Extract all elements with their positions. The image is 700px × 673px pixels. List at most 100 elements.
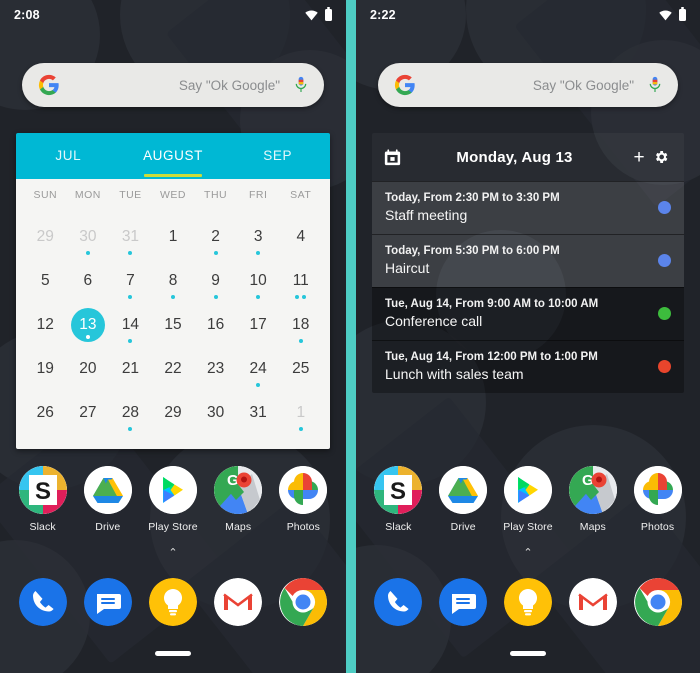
app-photos[interactable]: Photos bbox=[629, 466, 687, 533]
gmail-icon[interactable] bbox=[568, 578, 617, 626]
calendar-month-tabs[interactable]: JUL AUGUST SEP bbox=[16, 133, 330, 179]
calendar-day-cell[interactable]: 9 bbox=[194, 259, 237, 303]
google-search-bar[interactable]: Say "Ok Google" bbox=[378, 63, 678, 107]
calendar-day-number[interactable]: 14 bbox=[115, 310, 145, 340]
home-gesture-bar[interactable] bbox=[510, 651, 546, 656]
calendar-day-cell[interactable]: 7 bbox=[109, 259, 152, 303]
calendar-day-number[interactable]: 6 bbox=[73, 266, 103, 296]
calendar-day-number[interactable]: 26 bbox=[30, 398, 60, 428]
calendar-day-cell[interactable]: 31 bbox=[237, 391, 280, 435]
chrome-icon[interactable] bbox=[633, 578, 682, 626]
calendar-day-cell[interactable]: 30 bbox=[67, 215, 110, 259]
slack-icon[interactable]: S bbox=[374, 466, 423, 514]
calendar-day-number[interactable]: 7 bbox=[115, 266, 145, 296]
calendar-day-cell[interactable]: 11 bbox=[279, 259, 322, 303]
chrome-icon[interactable] bbox=[279, 578, 328, 626]
calendar-day-number[interactable]: 28 bbox=[115, 398, 145, 428]
calendar-day-cell[interactable]: 2 bbox=[194, 215, 237, 259]
calendar-day-number[interactable]: 1 bbox=[158, 222, 188, 252]
calendar-icon[interactable] bbox=[384, 148, 401, 166]
google-play-icon[interactable] bbox=[503, 466, 552, 514]
calendar-day-number[interactable]: 10 bbox=[243, 266, 273, 296]
calendar-day-cell[interactable]: 13 bbox=[67, 303, 110, 347]
microphone-icon[interactable] bbox=[294, 75, 308, 95]
app-photos[interactable]: Photos bbox=[274, 466, 332, 533]
calendar-day-number[interactable]: 19 bbox=[30, 354, 60, 384]
calendar-day-cell[interactable]: 1 bbox=[279, 391, 322, 435]
calendar-day-number[interactable]: 23 bbox=[201, 354, 231, 384]
calendar-day-number[interactable]: 11 bbox=[286, 266, 316, 296]
calendar-day-cell[interactable]: 12 bbox=[24, 303, 67, 347]
keep-lightbulb-icon[interactable] bbox=[503, 578, 552, 626]
app-play-store[interactable]: Play Store bbox=[499, 466, 557, 533]
calendar-day-number[interactable]: 22 bbox=[158, 354, 188, 384]
app-play-store[interactable]: Play Store bbox=[144, 466, 202, 533]
month-tab-current[interactable]: AUGUST bbox=[121, 148, 226, 177]
calendar-day-number[interactable]: 20 bbox=[73, 354, 103, 384]
agenda-settings-button[interactable] bbox=[650, 149, 672, 165]
calendar-day-cell[interactable]: 28 bbox=[109, 391, 152, 435]
app-drawer-arrow-icon[interactable]: ⌃ bbox=[356, 548, 700, 559]
calendar-day-cell[interactable]: 15 bbox=[152, 303, 195, 347]
calendar-day-cell[interactable]: 6 bbox=[67, 259, 110, 303]
calendar-day-cell[interactable]: 27 bbox=[67, 391, 110, 435]
calendar-day-cell[interactable]: 20 bbox=[67, 347, 110, 391]
calendar-day-cell[interactable]: 17 bbox=[237, 303, 280, 347]
calendar-day-cell[interactable]: 4 bbox=[279, 215, 322, 259]
messages-icon[interactable] bbox=[439, 578, 488, 626]
app-maps[interactable]: G Maps bbox=[209, 466, 267, 533]
calendar-day-cell[interactable]: 29 bbox=[24, 215, 67, 259]
calendar-day-number[interactable]: 18 bbox=[286, 310, 316, 340]
calendar-day-cell[interactable]: 29 bbox=[152, 391, 195, 435]
calendar-day-number[interactable]: 4 bbox=[286, 222, 316, 252]
calendar-day-cell[interactable]: 21 bbox=[109, 347, 152, 391]
calendar-day-cell[interactable]: 19 bbox=[24, 347, 67, 391]
app-drive[interactable]: Drive bbox=[79, 466, 137, 533]
google-photos-icon[interactable] bbox=[633, 466, 682, 514]
slack-icon[interactable]: S bbox=[18, 466, 67, 514]
calendar-day-number[interactable]: 12 bbox=[30, 310, 60, 340]
calendar-day-number[interactable]: 29 bbox=[158, 398, 188, 428]
calendar-day-cell[interactable]: 5 bbox=[24, 259, 67, 303]
calendar-day-number[interactable]: 17 bbox=[243, 310, 273, 340]
calendar-day-cell[interactable]: 31 bbox=[109, 215, 152, 259]
calendar-day-number[interactable]: 15 bbox=[158, 310, 188, 340]
month-tab-prev[interactable]: JUL bbox=[16, 148, 121, 165]
calendar-day-number[interactable]: 1 bbox=[286, 398, 316, 428]
calendar-day-number[interactable]: 31 bbox=[243, 398, 273, 428]
calendar-agenda-widget[interactable]: Monday, Aug 13 + Today, From 2:30 PM to … bbox=[372, 133, 684, 393]
home-gesture-bar[interactable] bbox=[155, 651, 191, 656]
calendar-day-number[interactable]: 2 bbox=[201, 222, 231, 252]
app-drive[interactable]: Drive bbox=[434, 466, 492, 533]
agenda-event-row[interactable]: Today, From 2:30 PM to 3:30 PM Staff meet… bbox=[372, 181, 684, 234]
keep-lightbulb-icon[interactable] bbox=[148, 578, 197, 626]
google-drive-icon[interactable] bbox=[439, 466, 488, 514]
calendar-day-cell[interactable]: 10 bbox=[237, 259, 280, 303]
calendar-widget[interactable]: JUL AUGUST SEP SUN MON TUE WED THU FRI SAT 29 3… bbox=[16, 133, 330, 449]
month-tab-next[interactable]: SEP bbox=[225, 148, 330, 165]
calendar-day-cell[interactable]: 1 bbox=[152, 215, 195, 259]
calendar-day-cell[interactable]: 22 bbox=[152, 347, 195, 391]
calendar-day-number[interactable]: 8 bbox=[158, 266, 188, 296]
calendar-day-number[interactable]: 3 bbox=[243, 222, 273, 252]
google-maps-icon[interactable]: G bbox=[214, 466, 263, 514]
calendar-day-cell[interactable]: 18 bbox=[279, 303, 322, 347]
calendar-day-number[interactable]: 9 bbox=[201, 266, 231, 296]
calendar-day-cell[interactable]: 16 bbox=[194, 303, 237, 347]
messages-icon[interactable] bbox=[83, 578, 132, 626]
calendar-day-number[interactable]: 30 bbox=[201, 398, 231, 428]
add-event-button[interactable]: + bbox=[628, 148, 650, 167]
calendar-day-cell[interactable]: 25 bbox=[279, 347, 322, 391]
phone-icon[interactable] bbox=[374, 578, 423, 626]
calendar-day-number[interactable]: 24 bbox=[243, 354, 273, 384]
calendar-day-cell[interactable]: 23 bbox=[194, 347, 237, 391]
app-slack[interactable]: S Slack bbox=[369, 466, 427, 533]
calendar-day-number[interactable]: 29 bbox=[30, 222, 60, 252]
microphone-icon[interactable] bbox=[648, 75, 662, 95]
agenda-event-row[interactable]: Tue, Aug 14, From 9:00 AM to 10:00 AM Con… bbox=[372, 287, 684, 340]
calendar-day-cell[interactable]: 3 bbox=[237, 215, 280, 259]
phone-icon[interactable] bbox=[18, 578, 67, 626]
gmail-icon[interactable] bbox=[214, 578, 263, 626]
calendar-day-number[interactable]: 16 bbox=[201, 310, 231, 340]
agenda-event-row[interactable]: Tue, Aug 14, From 12:00 PM to 1:00 PM Lun… bbox=[372, 340, 684, 393]
